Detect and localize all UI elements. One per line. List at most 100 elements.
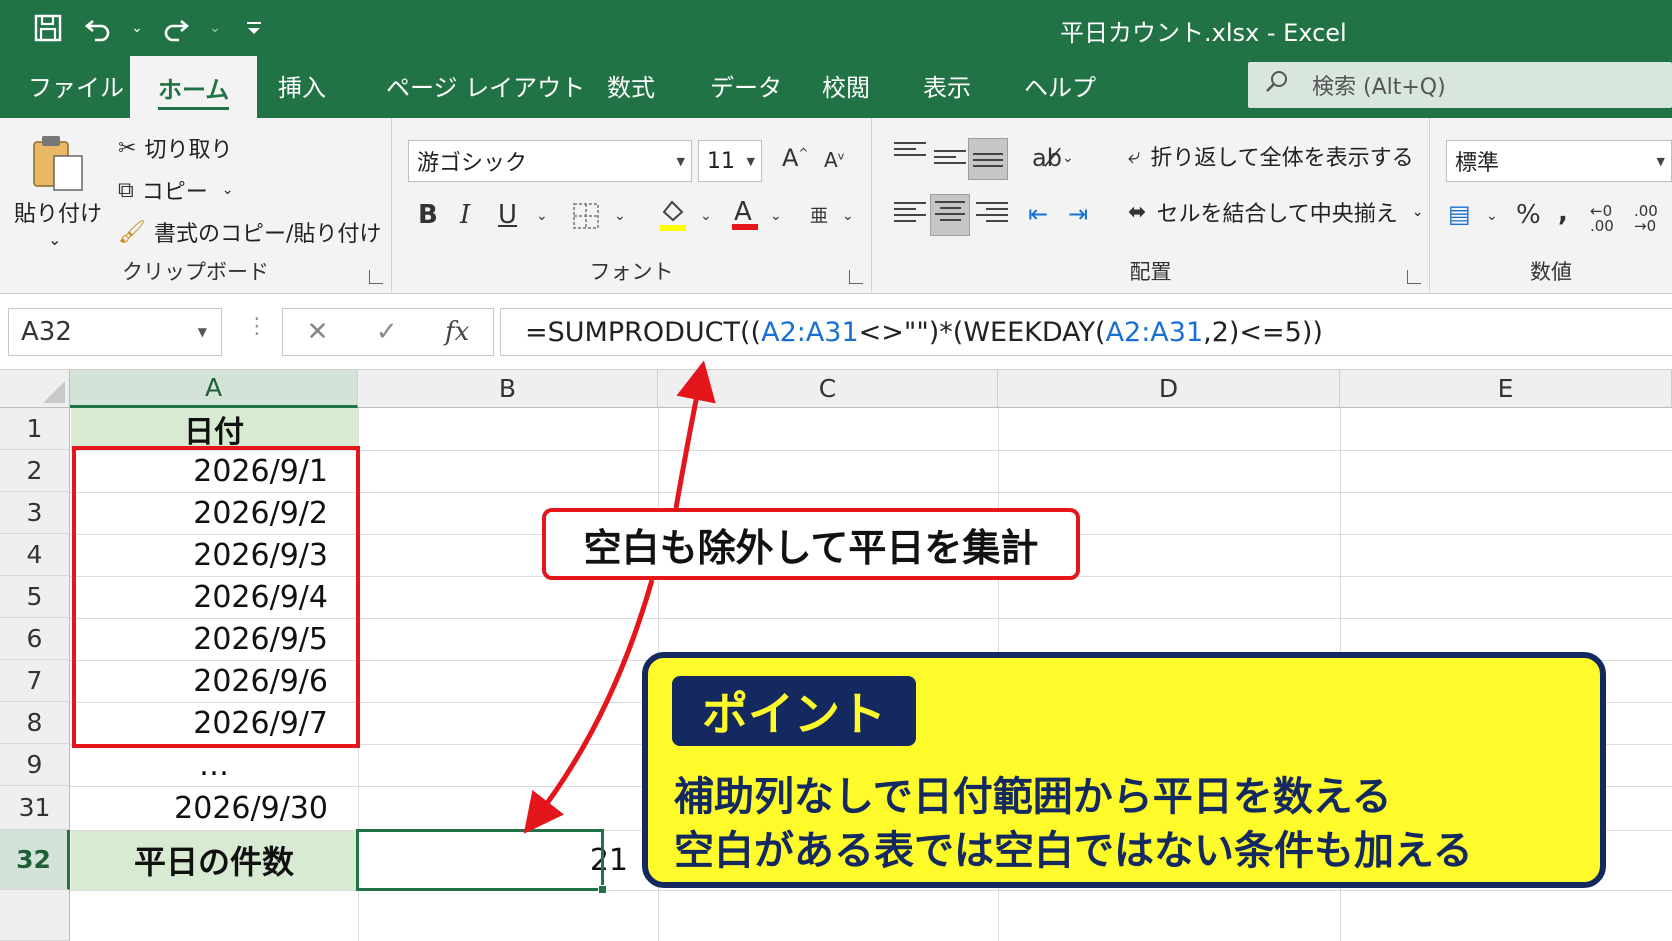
row-header[interactable]: 8: [0, 702, 70, 744]
formula-ref: A2:A31: [761, 316, 859, 348]
align-left-icon[interactable]: [894, 202, 926, 228]
accounting-format-icon[interactable]: ▤: [1448, 200, 1471, 228]
cell-a9-ellipsis[interactable]: …: [70, 744, 358, 786]
row-header[interactable]: 5: [0, 576, 70, 618]
formula-input[interactable]: =SUMPRODUCT((A2:A31 <>"")*(WEEKDAY(A2:A31…: [500, 308, 1672, 356]
paste-icon[interactable]: [30, 132, 86, 192]
middle-align-icon[interactable]: [934, 150, 966, 176]
tab-insert[interactable]: 挿入: [278, 68, 326, 103]
cell-a32[interactable]: 平日の件数: [70, 830, 358, 890]
copy-label: コピー: [141, 180, 208, 205]
column-header-d[interactable]: D: [998, 370, 1340, 408]
point-tag: ポイント: [672, 676, 916, 746]
increase-decimal-icon[interactable]: ←0.00: [1590, 204, 1614, 234]
decrease-decimal-icon[interactable]: .00 →0: [1634, 204, 1658, 234]
tab-home[interactable]: ホーム: [130, 56, 258, 118]
font-color-icon[interactable]: A: [730, 196, 760, 239]
underline-icon[interactable]: U: [498, 200, 517, 230]
increase-font-size-icon[interactable]: A^: [782, 144, 808, 172]
align-center-icon[interactable]: [930, 194, 970, 236]
wrap-text-button[interactable]: ⤶ 折り返して全体を表示する: [1128, 140, 1414, 172]
highlight-box-a2-a8: [72, 446, 360, 748]
undo-icon[interactable]: [80, 10, 116, 46]
decrease-font-size-icon[interactable]: Av: [824, 148, 844, 172]
name-box[interactable]: A32 ▼: [8, 308, 222, 356]
cancel-icon[interactable]: ✕: [307, 317, 329, 347]
tab-file[interactable]: ファイル: [28, 68, 124, 103]
tab-view[interactable]: 表示: [923, 68, 971, 103]
top-align-icon[interactable]: [894, 142, 926, 168]
percent-style-icon[interactable]: %: [1516, 200, 1541, 230]
insert-function-icon[interactable]: fx: [445, 317, 469, 347]
column-header-c[interactable]: C: [658, 370, 998, 408]
fill-handle[interactable]: [598, 885, 607, 894]
point-line-1: 補助列なしで日付範囲から平日を数える: [674, 774, 1392, 820]
tab-help[interactable]: ヘルプ: [1024, 68, 1096, 103]
search-box[interactable]: 検索 (Alt+Q): [1248, 62, 1672, 108]
font-color-dropdown-icon[interactable]: ⌄: [770, 208, 782, 224]
row-header-selected[interactable]: 32: [0, 830, 70, 890]
orientation-dropdown-icon[interactable]: ⌄: [1062, 150, 1074, 166]
copy-dropdown-icon[interactable]: ⌄: [222, 182, 234, 198]
paste-dropdown-icon[interactable]: ⌄: [48, 230, 61, 249]
copy-button[interactable]: ⧉ コピー ⌄: [118, 174, 233, 206]
cell-a1[interactable]: 日付: [70, 408, 358, 450]
tab-page-layout[interactable]: ページ レイアウト: [386, 68, 585, 103]
decrease-indent-icon[interactable]: ⇤: [1028, 200, 1048, 228]
alignment-group: ab̸ ⌄ ⇤ ⇥ ⤶ 折り返して全体を表示する ⬌ セルを結合して中央揃え ⌄ 配置: [872, 118, 1430, 294]
formula-bar-grip-icon[interactable]: ⋮: [246, 314, 268, 339]
borders-dropdown-icon[interactable]: ⌄: [614, 208, 626, 224]
italic-icon[interactable]: I: [460, 200, 470, 230]
alignment-launcher-icon[interactable]: [1407, 270, 1421, 284]
underline-dropdown-icon[interactable]: ⌄: [536, 208, 548, 224]
redo-icon[interactable]: [158, 10, 194, 46]
tab-review[interactable]: 校閲: [822, 68, 870, 103]
accounting-dropdown-icon[interactable]: ⌄: [1486, 208, 1498, 224]
merge-dropdown-icon[interactable]: ⌄: [1412, 204, 1424, 220]
customize-qat-icon[interactable]: [236, 10, 272, 46]
borders-icon[interactable]: [572, 202, 600, 237]
enter-icon[interactable]: ✓: [376, 317, 398, 347]
phonetic-dropdown-icon[interactable]: ⌄: [842, 208, 854, 224]
comma-style-icon[interactable]: ,: [1558, 198, 1568, 228]
wrap-text-label: 折り返して全体を表示する: [1150, 146, 1414, 171]
row-header[interactable]: 6: [0, 618, 70, 660]
row-header-empty[interactable]: [0, 890, 70, 941]
tab-formulas[interactable]: 数式: [607, 68, 655, 103]
clipboard-launcher-icon[interactable]: [369, 270, 383, 284]
row-header[interactable]: 2: [0, 450, 70, 492]
row-header[interactable]: 7: [0, 660, 70, 702]
font-group-label: フォント: [589, 260, 674, 284]
phonetic-icon[interactable]: 亜: [810, 202, 828, 228]
orientation-icon[interactable]: ab̸: [1032, 144, 1062, 172]
column-header-e[interactable]: E: [1340, 370, 1672, 408]
bold-icon[interactable]: B: [418, 200, 438, 230]
undo-dropdown-icon[interactable]: ⌄: [130, 10, 144, 46]
increase-indent-icon[interactable]: ⇥: [1068, 200, 1088, 228]
font-name-select[interactable]: 游ゴシック ▼: [408, 140, 692, 182]
row-header[interactable]: 4: [0, 534, 70, 576]
tab-data[interactable]: データ: [710, 68, 782, 103]
row-header[interactable]: 9: [0, 744, 70, 786]
merge-center-icon: ⬌: [1128, 199, 1147, 225]
paste-button[interactable]: 貼り付け: [14, 196, 102, 228]
column-header-b[interactable]: B: [358, 370, 658, 408]
cell-a31[interactable]: 2026/9/30: [70, 786, 358, 830]
row-header[interactable]: 1: [0, 408, 70, 450]
cut-button[interactable]: ✂ 切り取り: [118, 132, 232, 164]
fill-color-dropdown-icon[interactable]: ⌄: [700, 208, 712, 224]
align-right-icon[interactable]: [976, 202, 1008, 228]
save-icon[interactable]: [30, 10, 66, 46]
font-launcher-icon[interactable]: [849, 270, 863, 284]
column-header-a[interactable]: A: [70, 370, 358, 408]
select-all-corner[interactable]: [0, 370, 70, 408]
format-painter-button[interactable]: 🖌 書式のコピー/貼り付け: [118, 216, 381, 248]
merge-center-button[interactable]: ⬌ セルを結合して中央揃え ⌄: [1128, 196, 1424, 228]
font-size-select[interactable]: 11 ▼: [698, 140, 762, 182]
bottom-align-icon[interactable]: [968, 138, 1008, 180]
number-format-select[interactable]: 標準 ▼: [1446, 140, 1672, 182]
row-header[interactable]: 3: [0, 492, 70, 534]
redo-dropdown-icon[interactable]: ⌄: [208, 10, 222, 46]
fill-color-icon[interactable]: [658, 198, 688, 239]
row-header[interactable]: 31: [0, 786, 70, 830]
